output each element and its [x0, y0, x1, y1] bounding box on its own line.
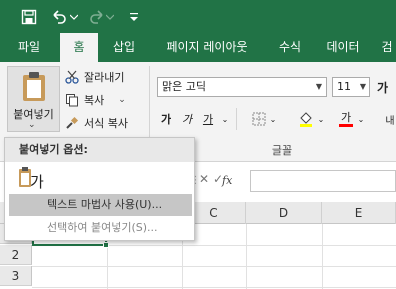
paste-text-glyph: 가: [30, 173, 44, 191]
cut-button[interactable]: 잘라내기: [64, 67, 124, 87]
column-header-d[interactable]: D: [246, 202, 322, 224]
format-painter-button[interactable]: 서식 복사: [64, 113, 128, 133]
format-painter-label: 서식 복사: [84, 117, 128, 130]
fill-handle[interactable]: [103, 242, 109, 248]
tab-review[interactable]: 검: [378, 33, 396, 62]
copy-dropdown-icon[interactable]: ⌄: [118, 95, 126, 105]
increase-font-size-button[interactable]: 가: [377, 79, 388, 96]
undo-dropdown-icon[interactable]: [68, 6, 80, 28]
paint-bucket-icon: [300, 112, 312, 127]
formula-input[interactable]: [250, 170, 396, 192]
borders-icon: [252, 112, 266, 126]
row-header-2[interactable]: 2: [0, 245, 32, 265]
paste-button[interactable]: 붙여넣기 ⌄: [7, 66, 60, 132]
undo-icon[interactable]: [48, 6, 70, 28]
tab-page-layout[interactable]: 페이지 레이아웃: [150, 33, 264, 62]
font-name-select[interactable]: 맑은 고딕 ▼: [157, 77, 327, 97]
paste-options-menu: 붙여넣기 옵션: 가 텍스트 마법사 사용(U)... 선택하여 붙여넣기(S)…: [4, 137, 195, 241]
font-size-value: 11: [337, 80, 351, 93]
cut-label: 잘라내기: [84, 71, 125, 84]
font-group-label: 글꼴: [271, 144, 293, 157]
redo-dropdown-icon[interactable]: [104, 6, 116, 28]
chevron-down-icon: ▼: [359, 82, 366, 91]
customize-qat-icon[interactable]: [126, 6, 142, 28]
paste-options-header: 붙여넣기 옵션:: [5, 138, 194, 162]
grid-line: [322, 224, 323, 289]
font-color-swatch: [339, 123, 353, 127]
font-color-button[interactable]: 가: [336, 108, 356, 130]
font-size-select[interactable]: 11 ▼: [332, 77, 370, 97]
copy-icon: [64, 92, 80, 108]
bold-button[interactable]: 가: [158, 108, 174, 130]
fill-color-dropdown-icon[interactable]: ⌄: [316, 108, 326, 130]
copy-button[interactable]: 복사 ⌄: [64, 90, 126, 110]
grid-line: [32, 287, 396, 288]
save-icon[interactable]: [18, 6, 40, 28]
ribbon-tabs: 파일 홈 삽입 페이지 레이아웃 수식 데이터 검: [0, 33, 396, 62]
scissors-icon: [64, 69, 80, 85]
row-header-3[interactable]: 3: [0, 266, 32, 286]
grid-line: [246, 224, 247, 289]
title-bar: [0, 0, 396, 33]
chevron-down-icon: ▼: [315, 82, 322, 91]
font-color-label: 가: [340, 110, 352, 124]
cancel-icon[interactable]: ✕: [199, 172, 209, 186]
insert-function-button[interactable]: fx: [222, 174, 232, 187]
tab-file[interactable]: 파일: [6, 33, 52, 62]
tab-insert[interactable]: 삽입: [104, 33, 144, 62]
underline-dropdown-icon[interactable]: ⌄: [219, 108, 231, 130]
italic-button[interactable]: 가: [179, 108, 195, 130]
font-color-dropdown-icon[interactable]: ⌄: [356, 108, 366, 130]
format-separator: [236, 108, 237, 130]
brush-icon: [64, 115, 80, 131]
borders-dropdown-icon[interactable]: ⌄: [268, 108, 278, 130]
borders-button[interactable]: [250, 108, 268, 130]
clipboard-icon: [23, 72, 45, 101]
underline-button[interactable]: 가: [200, 108, 216, 130]
chevron-down-icon: ⌄: [28, 120, 36, 130]
fill-color-button[interactable]: [296, 108, 316, 130]
column-header-e[interactable]: E: [322, 202, 396, 224]
keep-text-only-option[interactable]: 가: [17, 166, 44, 192]
copy-label: 복사: [84, 94, 105, 107]
text-import-wizard-item[interactable]: 텍스트 마법사 사용(U)...: [9, 194, 192, 216]
tab-formulas[interactable]: 수식: [268, 33, 312, 62]
grid-line: [32, 266, 396, 267]
tab-data[interactable]: 데이터: [318, 33, 368, 62]
phonetic-guide-button[interactable]: 내: [384, 108, 396, 130]
paste-special-item[interactable]: 선택하여 붙여넣기(S)...: [9, 217, 192, 239]
tab-home[interactable]: 홈: [60, 33, 98, 62]
font-name-value: 맑은 고딕: [162, 80, 206, 93]
